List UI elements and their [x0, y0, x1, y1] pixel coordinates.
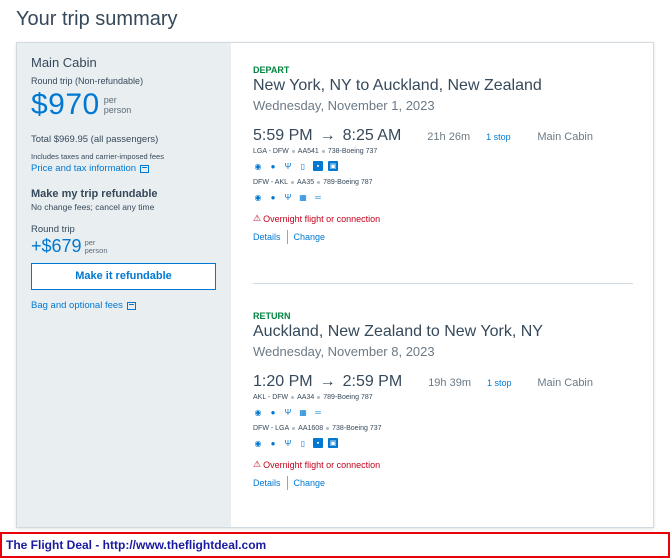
- arrival-time: 2:59 PM: [342, 373, 403, 390]
- lie-flat-icon: ═: [315, 192, 321, 202]
- taxes-note: Includes taxes and carrier-imposed fees: [31, 152, 164, 161]
- arrow-right-icon: →: [319, 127, 336, 144]
- warning-icon: ⚠: [253, 459, 262, 469]
- itinerary-main: DEPART New York, NY to Auckland, New Zea…: [231, 43, 653, 527]
- change-link[interactable]: Change: [294, 478, 326, 488]
- segment-date: Wednesday, November 8, 2023: [253, 344, 435, 359]
- refund-per-person: per person: [84, 237, 108, 255]
- power-icon: ●: [270, 161, 276, 171]
- departure-time: 5:59 PM: [253, 127, 313, 144]
- app-icon: ▣: [328, 161, 338, 171]
- total-price: Total $969.95 (all passengers): [31, 134, 159, 145]
- segment-times: 1:20 PM → 2:59 PM 19h 39m 1 stop Main Ca…: [253, 373, 633, 391]
- wifi-icon: ◉: [254, 438, 262, 448]
- details-link[interactable]: Details: [253, 232, 281, 242]
- stops-link[interactable]: 1 stop: [486, 132, 511, 142]
- external-link-icon: [126, 301, 136, 310]
- power-icon: ●: [270, 192, 276, 202]
- make-refundable-button[interactable]: Make it refundable: [31, 263, 216, 290]
- amenities-row: ◉ ● Ψ ▦ ═: [253, 406, 633, 418]
- footer-banner: The Flight Deal - http://www.theflightde…: [0, 532, 670, 558]
- power-icon: ●: [270, 407, 276, 417]
- segment-times: 5:59 PM → 8:25 AM 21h 26m 1 stop Main Ca…: [253, 127, 633, 145]
- warning-icon: ⚠: [253, 213, 262, 223]
- entertainment-icon: ▪: [313, 161, 323, 171]
- segment-route: New York, NY to Auckland, New Zealand: [253, 77, 542, 94]
- leg-info: DFW - LGA AA1608 738-Boeing 737: [253, 425, 382, 432]
- refund-title: Make my trip refundable: [31, 188, 158, 200]
- seatback-screen-icon: ▦: [299, 192, 307, 202]
- trip-type: Round trip (Non-refundable): [31, 76, 144, 86]
- refund-subtitle: No change fees; cancel any time: [31, 202, 155, 212]
- divider: [286, 230, 288, 244]
- overnight-warning: ⚠ Overnight flight or connection: [253, 459, 381, 470]
- amenities-row: ◉ ● Ψ ▯ ▪ ▣: [253, 437, 633, 449]
- segment-cabin: Main Cabin: [537, 131, 593, 143]
- price-per-person: per person: [103, 95, 132, 115]
- segment-label: DEPART: [253, 65, 290, 75]
- price-block: $970 per person: [31, 88, 217, 122]
- change-link[interactable]: Change: [294, 232, 326, 242]
- lie-flat-icon: ═: [315, 407, 321, 417]
- phone-icon: ▯: [300, 161, 306, 171]
- stops-link[interactable]: 1 stop: [487, 378, 512, 388]
- leg-info: DFW - AKL AA35 789-Boeing 787: [253, 179, 373, 186]
- external-link-icon: [140, 164, 150, 173]
- power-icon: ●: [270, 438, 276, 448]
- arrival-time: 8:25 AM: [342, 127, 402, 144]
- segment-links: Details Change: [253, 476, 633, 490]
- amenities-row: ◉ ● Ψ ▯ ▪ ▣: [253, 160, 633, 172]
- price-tax-link[interactable]: Price and tax information: [31, 163, 217, 174]
- amenities-row: ◉ ● Ψ ▦ ═: [253, 191, 633, 203]
- price-amount: $970: [31, 88, 100, 121]
- page-title: Your trip summary: [16, 8, 178, 30]
- round-trip-label: Round trip: [31, 224, 75, 235]
- price-sidebar: Main Cabin Round trip (Non-refundable) $…: [17, 43, 231, 527]
- refund-price: +$679: [31, 236, 82, 256]
- refund-price-block: +$679 per person: [31, 236, 217, 257]
- app-icon: ▣: [328, 438, 338, 448]
- leg-info: AKL - DFW AA34 789-Boeing 787: [253, 394, 373, 401]
- usb-icon: Ψ: [284, 161, 292, 171]
- details-link[interactable]: Details: [253, 478, 281, 488]
- return-segment: RETURN Auckland, New Zealand to New York…: [253, 311, 633, 490]
- duration: 19h 39m: [428, 377, 471, 389]
- segment-divider: [253, 283, 633, 284]
- entertainment-icon: ▪: [313, 438, 323, 448]
- usb-icon: Ψ: [284, 407, 292, 417]
- overnight-warning: ⚠ Overnight flight or connection: [253, 213, 381, 224]
- trip-summary-card: Main Cabin Round trip (Non-refundable) $…: [16, 42, 654, 528]
- wifi-icon: ◉: [254, 407, 262, 417]
- usb-icon: Ψ: [284, 192, 292, 202]
- usb-icon: Ψ: [284, 438, 292, 448]
- segment-route: Auckland, New Zealand to New York, NY: [253, 323, 543, 340]
- segment-cabin: Main Cabin: [537, 377, 593, 389]
- wifi-icon: ◉: [254, 161, 262, 171]
- depart-segment: DEPART New York, NY to Auckland, New Zea…: [253, 65, 633, 244]
- phone-icon: ▯: [300, 438, 306, 448]
- cabin-name: Main Cabin: [31, 55, 97, 70]
- segment-date: Wednesday, November 1, 2023: [253, 98, 435, 113]
- duration: 21h 26m: [427, 131, 471, 143]
- segment-label: RETURN: [253, 311, 291, 321]
- segment-links: Details Change: [253, 230, 633, 244]
- departure-time: 1:20 PM: [253, 373, 313, 390]
- wifi-icon: ◉: [254, 192, 262, 202]
- seatback-screen-icon: ▦: [299, 407, 307, 417]
- divider: [286, 476, 288, 490]
- leg-info: LGA - DFW AA541 738-Boeing 737: [253, 148, 378, 155]
- arrow-right-icon: →: [319, 373, 336, 390]
- bag-fees-link[interactable]: Bag and optional fees: [31, 300, 217, 311]
